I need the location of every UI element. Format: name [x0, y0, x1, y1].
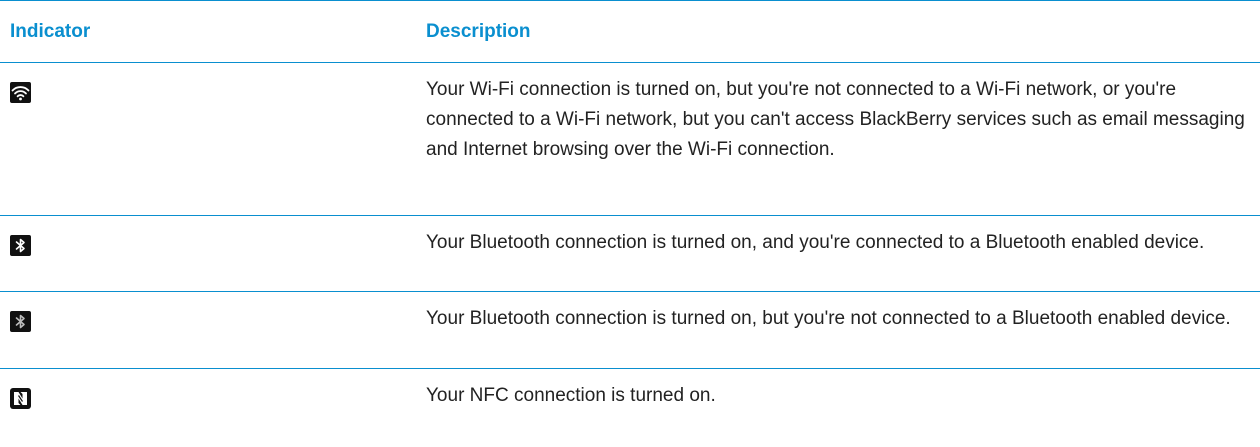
bluetooth-on-icon: [10, 311, 31, 332]
wifi-icon: [10, 82, 31, 103]
table-header-row: Indicator Description: [0, 1, 1260, 63]
bluetooth-connected-icon: [10, 235, 31, 256]
header-description: Description: [426, 20, 531, 42]
nfc-icon: [10, 388, 31, 409]
description-cell: Your Bluetooth connection is turned on, …: [426, 308, 1231, 329]
indicator-cell: [0, 216, 426, 291]
table-row: Your NFC connection is turned on.: [0, 369, 1260, 447]
table-row: Your Bluetooth connection is turned on, …: [0, 292, 1260, 369]
description-cell: Your Bluetooth connection is turned on, …: [426, 232, 1205, 253]
description-cell: Your NFC connection is turned on.: [426, 385, 716, 406]
indicator-cell: [0, 292, 426, 368]
indicator-cell: [0, 369, 426, 447]
header-indicator: Indicator: [10, 20, 91, 42]
table-row: Your Bluetooth connection is turned on, …: [0, 216, 1260, 292]
indicator-cell: [0, 63, 426, 215]
description-cell: Your Wi-Fi connection is turned on, but …: [426, 79, 1245, 160]
table-row: Your Wi-Fi connection is turned on, but …: [0, 63, 1260, 216]
indicator-table: Indicator Description Your Wi-Fi connect…: [0, 0, 1260, 447]
